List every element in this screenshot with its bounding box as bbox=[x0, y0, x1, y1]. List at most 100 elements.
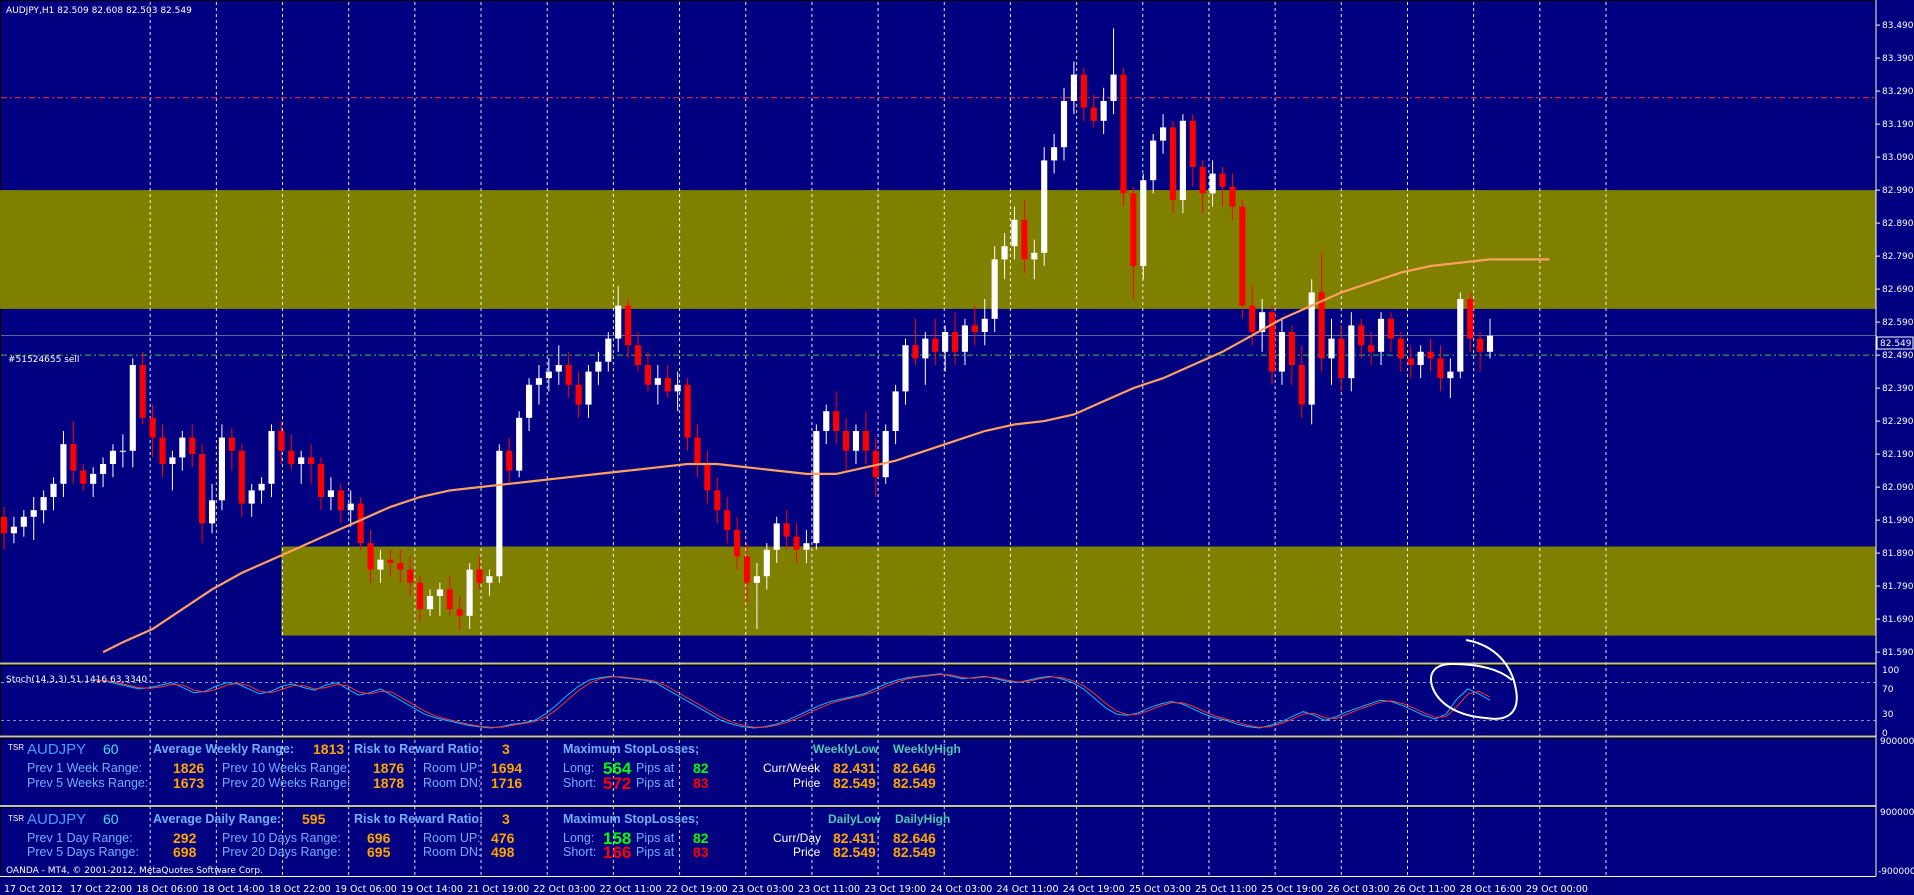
tsr-curr-label: Curr/Day bbox=[773, 831, 821, 845]
tsr-row2-label: Prev 5 Days Range: bbox=[27, 845, 139, 859]
stoch-tick-label: 100 bbox=[1882, 666, 1899, 676]
bear-candle bbox=[743, 556, 751, 583]
time-tick-label: 23 Oct 11:00 bbox=[798, 884, 860, 895]
price-tick-label: 83.490 bbox=[1882, 21, 1914, 31]
bull-candle bbox=[1001, 246, 1008, 260]
bear-candle bbox=[1229, 186, 1236, 207]
tsr-short-pips-value: 83 bbox=[693, 775, 709, 791]
bull-candle bbox=[99, 464, 107, 474]
bull-candle bbox=[377, 559, 384, 570]
bull-candle bbox=[169, 457, 176, 464]
price-tick-label: 81.690 bbox=[1882, 615, 1914, 625]
bear-candle bbox=[1288, 332, 1295, 365]
tsr-long-pips-value: 82 bbox=[693, 760, 709, 776]
bull-candle bbox=[1417, 351, 1424, 365]
weekly-axis-top: 9000000 bbox=[1880, 737, 1914, 747]
tsr-short-pips-value: 83 bbox=[693, 844, 709, 860]
bear-candle bbox=[1407, 358, 1414, 365]
bear-candle bbox=[783, 523, 790, 537]
bull-candle bbox=[803, 543, 810, 550]
bull-candle bbox=[1160, 127, 1167, 141]
price-tick-label: 83.190 bbox=[1882, 120, 1914, 130]
bear-candle bbox=[634, 345, 642, 365]
bull-candle bbox=[218, 437, 226, 501]
price-tick-label: 82.090 bbox=[1882, 483, 1914, 493]
tsr-rr-value: 3 bbox=[502, 811, 510, 827]
stoch-tick-label: 30 bbox=[1882, 710, 1894, 720]
bear-candle bbox=[397, 563, 404, 570]
bear-candle bbox=[1397, 338, 1404, 359]
bull-candle bbox=[535, 378, 543, 385]
bear-candle bbox=[714, 490, 721, 511]
price-tick-label: 82.790 bbox=[1882, 252, 1914, 262]
price-tick-label: 82.590 bbox=[1882, 318, 1914, 328]
bull-candle bbox=[545, 371, 552, 379]
time-tick-label: 24 Oct 03:00 bbox=[930, 884, 992, 895]
time-tick-label: 17 Oct 2012 bbox=[4, 884, 63, 895]
bull-candle bbox=[1328, 338, 1335, 359]
bull-candle bbox=[179, 437, 186, 458]
time-tick-label: 25 Oct 19:00 bbox=[1261, 884, 1323, 895]
bear-candle bbox=[159, 437, 166, 464]
bear-candle bbox=[70, 444, 77, 471]
time-tick-label: 23 Oct 03:00 bbox=[732, 884, 794, 895]
bull-candle bbox=[1486, 335, 1494, 352]
bull-candle bbox=[1140, 180, 1147, 266]
bear-candle bbox=[912, 345, 919, 359]
bull-candle bbox=[1060, 101, 1068, 148]
bull-candle bbox=[585, 371, 592, 405]
tsr-row3-label: Prev 10 Days Range: bbox=[222, 831, 341, 845]
tsr-row3-value: 1876 bbox=[373, 760, 404, 776]
bear-candle bbox=[1477, 338, 1484, 352]
tsr-low-header: DailyLow bbox=[828, 812, 881, 826]
bear-candle bbox=[971, 325, 978, 332]
bear-candle bbox=[199, 454, 206, 524]
tsr-rr-value: 3 bbox=[502, 741, 510, 757]
bear-candle bbox=[0, 516, 8, 534]
bear-candle bbox=[1427, 351, 1434, 359]
time-tick-label: 26 Oct 03:00 bbox=[1327, 884, 1389, 895]
bear-candle bbox=[1169, 127, 1177, 200]
bull-candle bbox=[208, 500, 216, 524]
price-tick-label: 83.390 bbox=[1882, 54, 1914, 64]
bull-candle bbox=[109, 450, 117, 464]
price-tick-label: 81.790 bbox=[1882, 582, 1914, 592]
tsr-row1-label: Prev 1 Week Range: bbox=[27, 761, 142, 775]
bull-candle bbox=[20, 516, 27, 527]
bull-candle bbox=[119, 450, 126, 452]
bear-candle bbox=[189, 437, 196, 455]
bull-candle bbox=[892, 391, 899, 431]
time-tick-label: 29 Oct 00:00 bbox=[1526, 884, 1588, 895]
tsr-row4-value: 1878 bbox=[373, 775, 404, 791]
zone-rect bbox=[281, 546, 1876, 636]
bear-candle bbox=[842, 431, 850, 451]
bear-candle bbox=[506, 450, 513, 471]
bear-candle bbox=[694, 437, 701, 464]
bear-candle bbox=[228, 437, 235, 451]
daily-axis-top: 9000000 bbox=[1880, 808, 1914, 818]
tsr-avg-range-label: Average Daily Range: bbox=[153, 812, 281, 826]
tsr-avg-range-value: 1813 bbox=[313, 741, 344, 757]
bull-candle bbox=[942, 332, 949, 352]
tsr-low-header: WeeklyLow bbox=[813, 742, 879, 756]
daily-axis-bottom: -9000000 bbox=[1878, 867, 1914, 877]
bull-candle bbox=[823, 411, 830, 431]
bull-candle bbox=[258, 483, 265, 491]
bull-candle bbox=[813, 431, 820, 544]
bear-candle bbox=[1249, 305, 1256, 332]
bull-candle bbox=[961, 325, 969, 352]
bull-candle bbox=[1308, 292, 1315, 405]
time-tick-label: 19 Oct 06:00 bbox=[335, 884, 397, 895]
tsr-price-low: 82.549 bbox=[833, 844, 876, 860]
bull-candle bbox=[1100, 101, 1107, 121]
tsr-label: TSR bbox=[8, 743, 24, 752]
chart-title: AUDJPY,H1 82.509 82.608 82.503 82.549 bbox=[6, 6, 192, 16]
tsr-short-value: 572 bbox=[603, 774, 631, 793]
bull-candle bbox=[605, 338, 612, 362]
bear-candle bbox=[238, 450, 245, 504]
tsr-price-high: 82.549 bbox=[893, 844, 936, 860]
tsr-room-dn-value: 1716 bbox=[491, 775, 522, 791]
bear-candle bbox=[1268, 312, 1276, 372]
time-tick-label: 25 Oct 11:00 bbox=[1195, 884, 1257, 895]
price-chart[interactable]: 10070300 83.49083.39083.29083.19083.0908… bbox=[0, 0, 1914, 895]
